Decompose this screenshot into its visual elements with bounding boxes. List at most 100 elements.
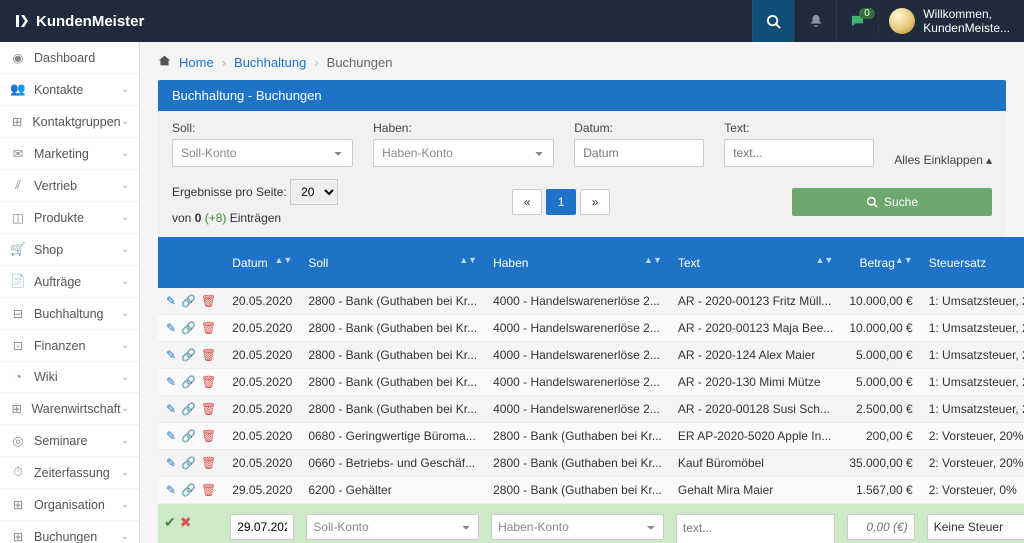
cell-datum: 29.05.2020	[224, 477, 300, 504]
sidebar-item-buchungen[interactable]: ⊞Buchungen⌄	[0, 521, 139, 543]
new-datum-input[interactable]	[230, 514, 294, 540]
topbar-bell-button[interactable]	[794, 0, 836, 42]
pager-prev[interactable]: «	[512, 189, 542, 215]
panel-title: Buchhaltung - Buchungen	[158, 80, 1006, 111]
filter-datum-input[interactable]	[574, 139, 704, 167]
chevron-down-icon: ⌄	[121, 372, 129, 383]
attachment-icon[interactable]: 🔗	[181, 483, 196, 497]
delete-icon[interactable]: 🗑	[201, 321, 216, 335]
attachment-icon[interactable]: 🔗	[181, 321, 196, 335]
sidebar-item-kontakte[interactable]: 👥Kontakte⌄	[0, 74, 139, 106]
cell-steuer: 1: Umsatzsteuer, 20%	[921, 288, 1024, 315]
cell-text: Kauf Büromöbel	[670, 450, 841, 477]
attachment-icon[interactable]: 🔗	[181, 348, 196, 362]
edit-icon[interactable]: ✎	[166, 429, 176, 443]
pager-next[interactable]: »	[580, 189, 610, 215]
cell-text: AR - 2020-00123 Maja Bee...	[670, 315, 841, 342]
chevron-down-icon: ⌄	[121, 308, 129, 319]
pager-page-1[interactable]: 1	[546, 189, 576, 215]
edit-icon[interactable]: ✎	[166, 456, 176, 470]
home-icon[interactable]	[158, 54, 171, 70]
nav-icon: ⊞	[10, 401, 23, 416]
cell-haben: 2800 - Bank (Guthaben bei Kr...	[485, 423, 670, 450]
cancel-icon[interactable]: ✖	[180, 514, 192, 530]
search-button[interactable]: Suche	[792, 188, 992, 216]
sidebar-item-wiki[interactable]: ◔Wiki⌄	[0, 362, 139, 393]
sidebar-item-label: Dashboard	[34, 51, 95, 65]
sidebar-item-marketing[interactable]: ✉Marketing⌄	[0, 138, 139, 170]
collapse-all-button[interactable]: Alles Einklappen ▴	[894, 153, 992, 167]
sidebar-item-warenwirtschaft[interactable]: ⊞Warenwirtschaft⌄	[0, 393, 139, 425]
filter-text-input[interactable]	[724, 139, 874, 167]
sidebar-item-zeiterfassung[interactable]: ⏱Zeiterfassung⌄	[0, 457, 139, 489]
delete-icon[interactable]: 🗑	[201, 483, 216, 497]
edit-icon[interactable]: ✎	[166, 402, 176, 416]
cell-datum: 20.05.2020	[224, 288, 300, 315]
sidebar-item-kontaktgruppen[interactable]: ⊞Kontaktgruppen⌄	[0, 106, 139, 138]
cell-text: AR - 2020-00123 Fritz Müll...	[670, 288, 841, 315]
edit-icon[interactable]: ✎	[166, 375, 176, 389]
delete-icon[interactable]: 🗑	[201, 375, 216, 389]
edit-icon[interactable]: ✎	[166, 294, 176, 308]
sidebar-item-finanzen[interactable]: ⊡Finanzen⌄	[0, 330, 139, 362]
sidebar-item-label: Shop	[34, 243, 63, 257]
col-soll[interactable]: Soll▲▼	[300, 237, 485, 288]
table-row: ✎🔗🗑20.05.20200660 - Betriebs- und Geschä…	[158, 450, 1024, 477]
sidebar-item-produkte[interactable]: ◫Produkte⌄	[0, 202, 139, 234]
main-content: Home › Buchhaltung › Buchungen Buchhaltu…	[140, 42, 1024, 543]
delete-icon[interactable]: 🗑	[201, 348, 216, 362]
sidebar-item-aufträge[interactable]: 📄Aufträge⌄	[0, 266, 139, 298]
filter-soll-select[interactable]: Soll-Konto	[172, 139, 353, 167]
sidebar-item-buchhaltung[interactable]: ⊟Buchhaltung⌄	[0, 298, 139, 330]
attachment-icon[interactable]: 🔗	[181, 429, 196, 443]
topbar-user[interactable]: Willkommen, KundenMeiste...	[878, 7, 1024, 36]
col-haben[interactable]: Haben▲▼	[485, 237, 670, 288]
sidebar-item-vertrieb[interactable]: ⫽Vertrieb⌄	[0, 170, 139, 202]
col-text[interactable]: Text▲▼	[670, 237, 841, 288]
new-betrag-input[interactable]	[847, 514, 914, 540]
filter-soll-label: Soll:	[172, 121, 353, 135]
sidebar-item-seminare[interactable]: ◎Seminare⌄	[0, 425, 139, 457]
new-text-input[interactable]	[676, 514, 835, 543]
attachment-icon[interactable]: 🔗	[181, 456, 196, 470]
delete-icon[interactable]: 🗑	[201, 456, 216, 470]
new-steuer-select[interactable]: Keine Steuer	[927, 514, 1024, 540]
cell-soll: 2800 - Bank (Guthaben bei Kr...	[300, 315, 485, 342]
attachment-icon[interactable]: 🔗	[181, 375, 196, 389]
delete-icon[interactable]: 🗑	[201, 429, 216, 443]
delete-icon[interactable]: 🗑	[201, 294, 216, 308]
chevron-down-icon: ⌄	[121, 244, 129, 255]
attachment-icon[interactable]: 🔗	[181, 402, 196, 416]
new-soll-select[interactable]: Soll-Konto	[306, 514, 479, 540]
sidebar-item-shop[interactable]: 🛒Shop⌄	[0, 234, 139, 266]
chat-badge: 0	[859, 8, 875, 19]
chevron-down-icon: ⌄	[121, 340, 129, 351]
edit-icon[interactable]: ✎	[166, 321, 176, 335]
new-haben-select[interactable]: Haben-Konto	[491, 514, 664, 540]
delete-icon[interactable]: 🗑	[201, 402, 216, 416]
per-page-select[interactable]: 20	[290, 179, 338, 205]
topbar: KundenMeister 0 Willkommen, KundenMeiste…	[0, 0, 1024, 42]
chevron-right-icon: ›	[314, 55, 318, 70]
sidebar-item-organisation[interactable]: ⊞Organisation⌄	[0, 489, 139, 521]
brand[interactable]: KundenMeister	[0, 13, 158, 30]
topbar-chat-button[interactable]: 0	[836, 0, 878, 42]
col-datum[interactable]: Datum▲▼	[224, 237, 300, 288]
welcome-line1: Willkommen,	[923, 7, 1010, 21]
edit-icon[interactable]: ✎	[166, 483, 176, 497]
col-steuer[interactable]: Steuersatz▲▼	[921, 237, 1024, 288]
col-betrag[interactable]: Betrag▲▼	[841, 237, 920, 288]
cell-text: ER AP-2020-5020 Apple In...	[670, 423, 841, 450]
edit-icon[interactable]: ✎	[166, 348, 176, 362]
topbar-search-button[interactable]	[752, 0, 794, 42]
filter-haben-select[interactable]: Haben-Konto	[373, 139, 554, 167]
cell-datum: 20.05.2020	[224, 315, 300, 342]
breadcrumb-home[interactable]: Home	[179, 55, 214, 70]
confirm-icon[interactable]: ✔	[164, 514, 176, 530]
breadcrumb-l1[interactable]: Buchhaltung	[234, 55, 306, 70]
cell-steuer: 2: Vorsteuer, 0%	[921, 477, 1024, 504]
attachment-icon[interactable]: 🔗	[181, 294, 196, 308]
sidebar-item-dashboard[interactable]: ◉Dashboard	[0, 42, 139, 74]
sidebar-item-label: Produkte	[34, 211, 84, 225]
table-row: ✎🔗🗑20.05.20202800 - Bank (Guthaben bei K…	[158, 342, 1024, 369]
